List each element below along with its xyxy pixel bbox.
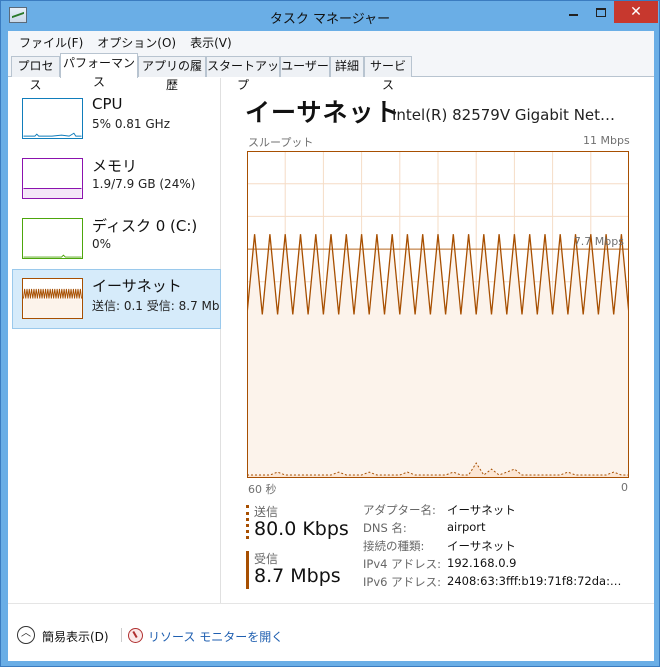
sidebar-item-cpu[interactable]: CPU 5% 0.81 GHz	[12, 89, 221, 149]
tab-strip: プロセス パフォーマンス アプリの履歴 スタートアップ ユーザー 詳細 サービス	[8, 53, 654, 92]
detail-key-dns: DNS 名:	[363, 521, 407, 535]
sidebar-item-title: ディスク 0 (C:)	[92, 217, 198, 235]
sidebar-item-disk[interactable]: ディスク 0 (C:) 0%	[12, 209, 221, 269]
tab-processes[interactable]: プロセス	[11, 56, 60, 92]
detail-value-adapter: イーサネット	[447, 503, 516, 517]
recv-legend-line	[246, 551, 249, 589]
menu-options[interactable]: オプション(O)	[90, 34, 183, 51]
minimize-button[interactable]	[558, 1, 588, 23]
recv-value: 8.7 Mbps	[254, 565, 341, 587]
sidebar-item-subtitle: 0%	[92, 237, 112, 251]
fewer-details-label[interactable]: 簡易表示(D)	[42, 628, 109, 645]
tab-services[interactable]: サービス	[364, 56, 412, 92]
detail-value-ipv6: 2408:63:3fff:b19:71f8:72da:…	[447, 574, 622, 588]
ethernet-thumb-line	[23, 288, 82, 299]
ethernet-graph-icon	[22, 278, 83, 319]
resource-sidebar: CPU 5% 0.81 GHz メモリ 1.9/7.9 GB (24%) ディス…	[8, 78, 221, 603]
menu-bar: ファイル(F) オプション(O) 表示(V)	[8, 31, 654, 53]
resource-monitor-icon[interactable]	[128, 628, 143, 643]
detail-value-ipv4: 192.168.0.9	[447, 556, 517, 570]
footer-divider	[121, 628, 122, 642]
maximize-button[interactable]	[588, 1, 614, 23]
graph-label: スループット	[248, 136, 314, 149]
disk-graph-icon	[22, 218, 83, 259]
sidebar-item-subtitle: 1.9/7.9 GB (24%)	[92, 177, 196, 191]
detail-key-ipv4: IPv4 アドレス:	[363, 557, 441, 571]
tab-app-history[interactable]: アプリの履歴	[138, 56, 206, 92]
detail-key-connection: 接続の種類:	[363, 539, 425, 553]
graph-max-label: 11 Mbps	[583, 134, 630, 147]
graph-ref-label: 7.7 Mbps	[574, 235, 624, 248]
fewer-details-button[interactable]: ︿	[17, 626, 35, 644]
open-resource-monitor-link[interactable]: リソース モニターを開く	[148, 628, 283, 645]
send-legend-line	[246, 505, 249, 539]
minimize-icon	[568, 14, 578, 16]
graph-x-right-label: 0	[621, 481, 628, 494]
send-value: 80.0 Kbps	[254, 518, 349, 540]
detail-value-dns: airport	[447, 520, 486, 534]
footer-bar: ︿ 簡易表示(D) リソース モニターを開く	[8, 603, 654, 661]
cpu-graph-icon	[22, 98, 83, 139]
tab-users[interactable]: ユーザー	[280, 56, 330, 77]
menu-view[interactable]: 表示(V)	[183, 34, 239, 51]
throughput-graph: 7.7 Mbps	[247, 151, 629, 478]
maximize-icon	[596, 7, 606, 17]
detail-value-connection: イーサネット	[447, 539, 516, 553]
sidebar-item-title: イーサネット	[92, 277, 182, 295]
title-bar[interactable]: タスク マネージャー ✕	[1, 1, 659, 31]
detail-key-ipv6: IPv6 アドレス:	[363, 575, 441, 589]
client-area: ファイル(F) オプション(O) 表示(V) プロセス パフォーマンス アプリの…	[8, 31, 654, 661]
sidebar-item-subtitle: 送信: 0.1 受信: 8.7 Mbps	[92, 299, 220, 313]
memory-graph-icon	[22, 158, 83, 199]
close-button[interactable]: ✕	[614, 1, 658, 23]
sidebar-item-title: CPU	[92, 95, 123, 113]
sidebar-item-memory[interactable]: メモリ 1.9/7.9 GB (24%)	[12, 149, 221, 209]
adapter-name: Intel(R) 82579V Gigabit Net…	[392, 106, 616, 124]
tab-startup[interactable]: スタートアップ	[206, 56, 280, 92]
menu-file[interactable]: ファイル(F)	[12, 34, 90, 51]
sidebar-item-subtitle: 5% 0.81 GHz	[92, 117, 171, 131]
graph-x-left-label: 60 秒	[248, 483, 277, 496]
sidebar-item-title: メモリ	[92, 157, 138, 175]
task-manager-window: タスク マネージャー ✕ ファイル(F) オプション(O) 表示(V) プロセス…	[0, 0, 660, 667]
page-title: イーサネット	[245, 98, 401, 127]
tab-performance[interactable]: パフォーマンス	[60, 53, 138, 89]
sidebar-item-ethernet[interactable]: イーサネット 送信: 0.1 受信: 8.7 Mbps	[12, 269, 221, 329]
detail-key-adapter: アダプター名:	[363, 503, 436, 517]
tab-details[interactable]: 詳細	[330, 56, 364, 77]
